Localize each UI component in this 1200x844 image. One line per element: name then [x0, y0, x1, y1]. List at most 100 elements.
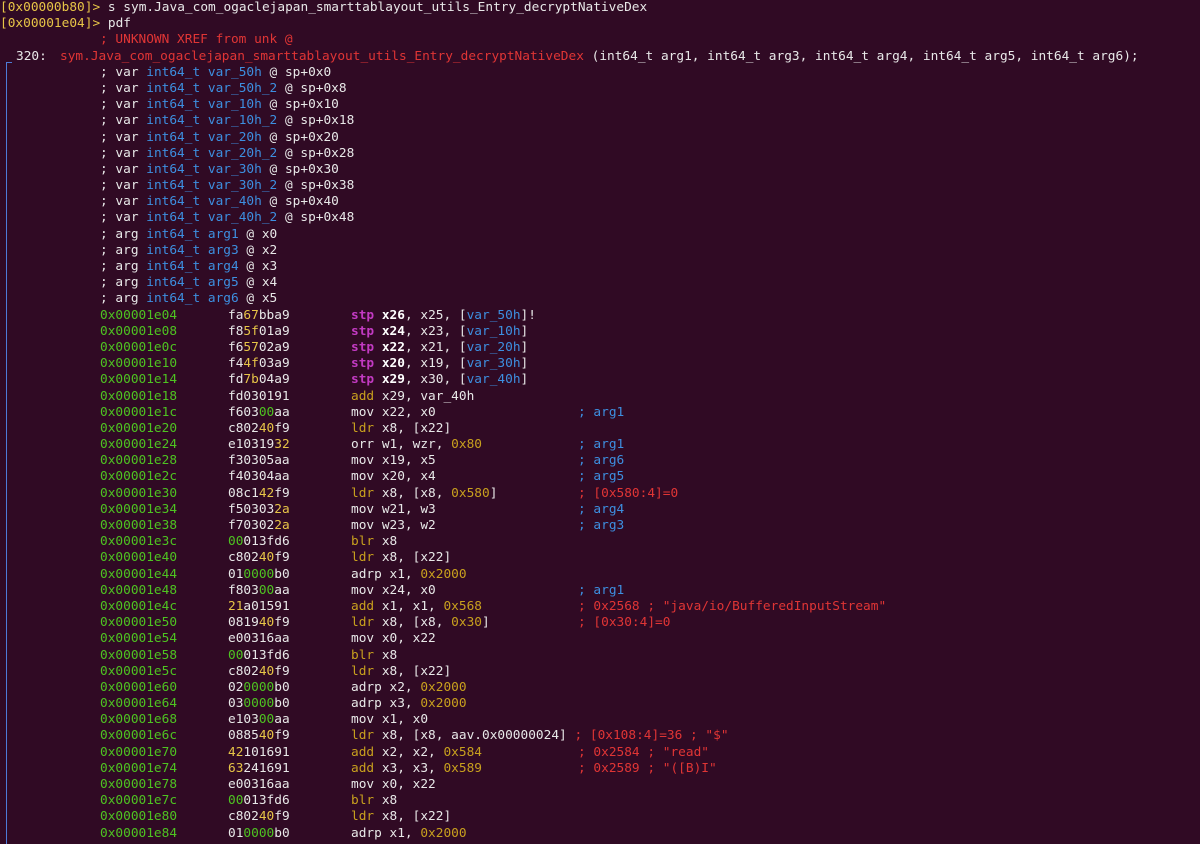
- instruction-row[interactable]: 0x00001e14 fd7b04a9 stp x29, x30, [var_40h…: [0, 372, 1200, 388]
- instruction-row[interactable]: 0x00001e50 081940f9 ldr x8, [x8, 0x30] ; [0…: [0, 615, 1200, 631]
- byte-chunk: fd030191: [228, 388, 290, 404]
- instruction-row[interactable]: 0x00001e7c 00013fd6 blr x8: [0, 793, 1200, 809]
- instruction-row[interactable]: 0x00001e6c 088540f9 ldr x8, [x8, aav.0x000…: [0, 728, 1200, 744]
- variable-name: var_50h: [207, 64, 262, 80]
- instruction-address: 0x00001e48: [100, 582, 178, 598]
- instruction-row[interactable]: 0x00001e24 e1031932 orr w1, wzr, 0x80 ; arg…: [0, 437, 1200, 453]
- instruction-bytes: 00013fd6: [228, 648, 290, 664]
- instruction-token: x8: [374, 647, 398, 663]
- instruction-text: add x1, x1, 0x568: [351, 599, 482, 615]
- byte-chunk: 01: [228, 566, 244, 582]
- instruction-row[interactable]: 0x00001e20 c80240f9 ldr x8, [x22]: [0, 421, 1200, 437]
- byte-chunk: 0885: [228, 728, 259, 744]
- instruction-token: mov x0, x22: [351, 631, 436, 647]
- instruction-comment: ; arg1: [578, 583, 624, 599]
- instruction-text: blr x8: [351, 534, 397, 550]
- instruction-bytes: 00013fd6: [228, 793, 290, 809]
- instruction-comment: ; [0x580:4]=0: [578, 486, 678, 502]
- instruction-bytes: f30305aa: [228, 453, 290, 469]
- instruction-text: blr x8: [351, 648, 397, 664]
- instruction-row[interactable]: 0x00001e18 fd030191 add x29, var_40h: [0, 389, 1200, 405]
- comment-token: ; arg1: [578, 404, 625, 420]
- instruction-address: 0x00001e6c: [100, 728, 178, 744]
- instruction-token: x8, [x8,: [374, 615, 452, 631]
- prompt-line-pdf: [0x00001e04]> pdf: [0, 16, 1200, 32]
- at-sign: @: [261, 161, 285, 177]
- instruction-row[interactable]: 0x00001e10 f44f03a9 stp x20, x19, [var_30h…: [0, 356, 1200, 372]
- instruction-row[interactable]: 0x00001e0c f65702a9 stp x22, x21, [var_20h…: [0, 340, 1200, 356]
- instruction-row[interactable]: 0x00001e44 010000b0 adrp x1, 0x2000: [0, 567, 1200, 583]
- instruction-row[interactable]: 0x00001e30 08c142f9 ldr x8, [x8, 0x580] ; […: [0, 486, 1200, 502]
- instruction-row[interactable]: 0x00001e48 f80300aa mov x24, x0 ; arg1: [0, 583, 1200, 599]
- variable-kind: ; var: [100, 97, 147, 113]
- instruction-token: ; [0x108:4]=36 ; "$": [574, 728, 729, 744]
- byte-chunk: f6: [228, 339, 244, 355]
- instruction-row[interactable]: 0x00001e84 010000b0 adrp x1, 0x2000: [0, 826, 1200, 842]
- instruction-address: 0x00001e54: [100, 631, 178, 647]
- at-sign: @: [238, 226, 262, 242]
- instruction-token: var_30h: [466, 356, 521, 372]
- comment-token: ; [0x580:4]=0: [578, 485, 679, 501]
- instruction-text: ldr x8, [x8, 0x580]: [351, 486, 497, 502]
- instruction-row[interactable]: 0x00001e08 f85f01a9 stp x24, x23, [var_10h…: [0, 324, 1200, 340]
- instruction-row[interactable]: 0x00001e74 63241691 add x3, x3, 0x589 ; 0x2…: [0, 761, 1200, 777]
- instruction-row[interactable]: 0x00001e28 f30305aa mov x19, x5 ; arg6: [0, 453, 1200, 469]
- variable-kind: ; var: [100, 145, 147, 161]
- instruction-token: ldr: [351, 728, 375, 744]
- instruction-row[interactable]: 0x00001e5c c80240f9 ldr x8, [x22]: [0, 664, 1200, 680]
- instruction-token: , x25, [: [404, 307, 467, 323]
- instruction-address: 0x00001e0c: [100, 339, 178, 355]
- instruction-row[interactable]: 0x00001e64 030000b0 adrp x3, 0x2000: [0, 696, 1200, 712]
- variable-type: int64_t: [146, 242, 201, 258]
- instruction-row[interactable]: 0x00001e2c f40304aa mov x20, x4 ; arg5: [0, 469, 1200, 485]
- byte-chunk: f9: [274, 809, 290, 825]
- instruction-row[interactable]: 0x00001e54 e00316aa mov x0, x22: [0, 631, 1200, 647]
- instruction-address: 0x00001e5c: [100, 663, 178, 679]
- instruction-row[interactable]: 0x00001e4c 21a01591 add x1, x1, 0x568 ; 0x2…: [0, 599, 1200, 615]
- instruction-row[interactable]: 0x00001e60 020000b0 adrp x2, 0x2000: [0, 680, 1200, 696]
- instruction-token: stp: [351, 356, 382, 372]
- instruction-row[interactable]: 0x00001e80 c80240f9 ldr x8, [x22]: [0, 809, 1200, 825]
- instruction-token: orr w1, wzr,: [351, 437, 452, 453]
- instruction-comment: ; 0x2568 ; "java/io/BufferedInputStream": [578, 599, 886, 615]
- variable-kind: ; arg: [100, 275, 147, 291]
- instruction-row[interactable]: 0x00001e38 f703022a mov w23, w2 ; arg3: [0, 518, 1200, 534]
- instruction-row[interactable]: 0x00001e3c 00013fd6 blr x8: [0, 534, 1200, 550]
- instruction-row[interactable]: 0x00001e1c f60300aa mov x22, x0 ; arg1: [0, 405, 1200, 421]
- variable-row: ; arg int64_t arg5 @ x4: [0, 275, 1200, 291]
- byte-chunk: c802: [228, 420, 259, 436]
- instruction-address: 0x00001e84: [100, 825, 178, 841]
- instruction-token: stp: [351, 323, 382, 339]
- variable-row: ; var int64_t var_30h @ sp+0x30: [0, 162, 1200, 178]
- instruction-token: ]: [520, 372, 529, 388]
- instruction-address: 0x00001e58: [100, 647, 178, 663]
- instruction-text: adrp x1, 0x2000: [351, 567, 467, 583]
- instruction-row[interactable]: 0x00001e40 c80240f9 ldr x8, [x22]: [0, 550, 1200, 566]
- variable-location: x0: [261, 226, 278, 242]
- variable-row: ; var int64_t var_40h @ sp+0x40: [0, 194, 1200, 210]
- instruction-address: 0x00001e64: [100, 696, 178, 712]
- instruction-bytes: fa67bba9: [228, 308, 290, 324]
- instruction-row[interactable]: 0x00001e34 f503032a mov w21, w3 ; arg4: [0, 502, 1200, 518]
- instruction-bytes: 088540f9: [228, 728, 290, 744]
- instruction-row[interactable]: 0x00001e58 00013fd6 blr x8: [0, 648, 1200, 664]
- variable-row: ; var int64_t var_20h_2 @ sp+0x28: [0, 146, 1200, 162]
- terminal-window[interactable]: [0x00000b80]> s sym.Java_com_ogaclejapan…: [0, 0, 1200, 844]
- instruction-comment: ; arg4: [578, 502, 624, 518]
- instruction-address: 0x00001e04: [100, 307, 178, 323]
- instruction-token: x8: [374, 534, 398, 550]
- instruction-bytes: 08c142f9: [228, 486, 290, 502]
- variable-row: ; var int64_t var_40h_2 @ sp+0x48: [0, 210, 1200, 226]
- variable-type: int64_t: [146, 194, 201, 210]
- instruction-token: , x23, [: [404, 323, 467, 339]
- byte-chunk: 40: [258, 809, 275, 825]
- instruction-row[interactable]: 0x00001e68 e10300aa mov x1, x0: [0, 712, 1200, 728]
- instruction-token: x8, [x22]: [374, 663, 452, 679]
- instruction-bytes: 00013fd6: [228, 534, 290, 550]
- instruction-row[interactable]: 0x00001e70 42101691 add x2, x2, 0x584 ; 0x2…: [0, 745, 1200, 761]
- byte-chunk: 241691: [243, 760, 290, 776]
- instruction-row[interactable]: 0x00001e78 e00316aa mov x0, x22: [0, 777, 1200, 793]
- instruction-token: , x19, [: [404, 356, 467, 372]
- instruction-row[interactable]: 0x00001e04 fa67bba9 stp x26, x25, [var_50h…: [0, 308, 1200, 324]
- byte-chunk: 63: [228, 760, 244, 776]
